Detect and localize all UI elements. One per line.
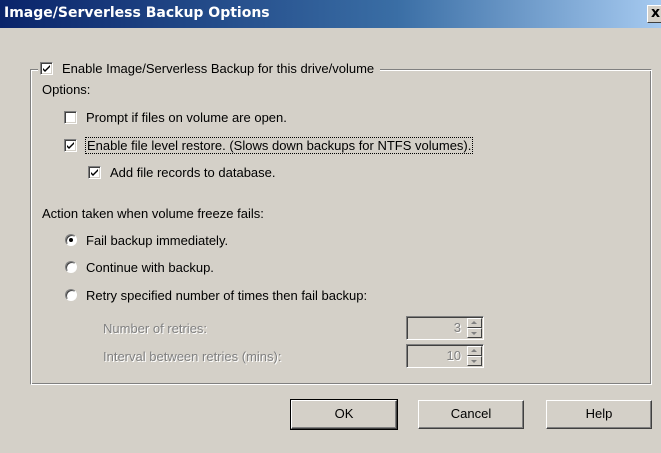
close-button[interactable]: x — [647, 5, 661, 23]
prompt-open-files-checkbox[interactable]: Prompt if files on volume are open. — [64, 108, 287, 126]
interval-between-retries-spinner[interactable]: 10 — [406, 344, 484, 368]
dialog-title: Image/Serverless Backup Options — [4, 5, 270, 21]
options-heading: Options: — [42, 81, 91, 97]
file-level-restore-checkbox[interactable]: Enable file level restore. (Slows down b… — [64, 136, 474, 154]
add-file-records-label: Add file records to database. — [110, 164, 276, 180]
number-of-retries-label: Number of retries: — [103, 320, 208, 336]
enable-backup-label: Enable Image/Serverless Backup for this … — [62, 60, 375, 76]
interval-spin-up-button[interactable] — [467, 346, 482, 356]
spin-down-arrow-icon — [471, 360, 477, 363]
help-button[interactable]: Help — [546, 400, 652, 429]
enable-backup-checkbox[interactable]: Enable Image/Serverless Backup for this … — [38, 58, 381, 78]
add-file-records-box[interactable] — [88, 165, 101, 179]
fail-immediately-label: Fail backup immediately. — [86, 232, 229, 248]
interval-spin-down-button[interactable] — [467, 356, 482, 366]
continue-backup-radio[interactable]: Continue with backup. — [65, 258, 214, 276]
number-of-retries-spinner[interactable]: 3 — [406, 316, 484, 340]
prompt-open-files-box[interactable] — [64, 110, 77, 124]
checkmark-icon — [67, 141, 74, 149]
retries-spin-up-button[interactable] — [467, 318, 482, 328]
freeze-action-heading: Action taken when volume freeze fails: — [42, 205, 264, 221]
interval-between-retries-label: Interval between retries (mins): — [103, 348, 282, 364]
spin-up-arrow-icon — [471, 321, 477, 324]
title-bar: Image/Serverless Backup Options x — [0, 0, 661, 28]
spin-down-arrow-icon — [471, 332, 477, 335]
add-file-records-checkbox[interactable]: Add file records to database. — [88, 163, 276, 181]
fail-immediately-radio[interactable]: Fail backup immediately. — [65, 231, 228, 249]
prompt-open-files-label: Prompt if files on volume are open. — [86, 109, 287, 125]
retry-radio-circle[interactable] — [65, 289, 77, 301]
file-level-restore-box[interactable] — [64, 138, 77, 152]
file-level-restore-label: Enable file level restore. (Slows down b… — [84, 136, 474, 154]
cancel-button[interactable]: Cancel — [418, 400, 524, 429]
radio-dot-icon — [69, 238, 73, 242]
retry-radio[interactable]: Retry specified number of times then fai… — [65, 286, 367, 304]
retry-label: Retry specified number of times then fai… — [86, 287, 368, 303]
fail-immediately-radio-circle[interactable] — [65, 234, 77, 246]
interval-between-retries-value: 10 — [446, 348, 461, 363]
continue-backup-radio-circle[interactable] — [65, 261, 77, 273]
close-icon: x — [651, 5, 661, 21]
ok-button[interactable]: OK — [290, 399, 398, 430]
retries-spin-down-button[interactable] — [467, 328, 482, 338]
number-of-retries-value: 3 — [453, 320, 461, 335]
enable-backup-checkbox-box[interactable] — [40, 61, 53, 75]
continue-backup-label: Continue with backup. — [86, 259, 214, 275]
checkmark-icon — [43, 64, 50, 72]
checkmark-icon — [91, 168, 98, 176]
spin-up-arrow-icon — [471, 349, 477, 352]
